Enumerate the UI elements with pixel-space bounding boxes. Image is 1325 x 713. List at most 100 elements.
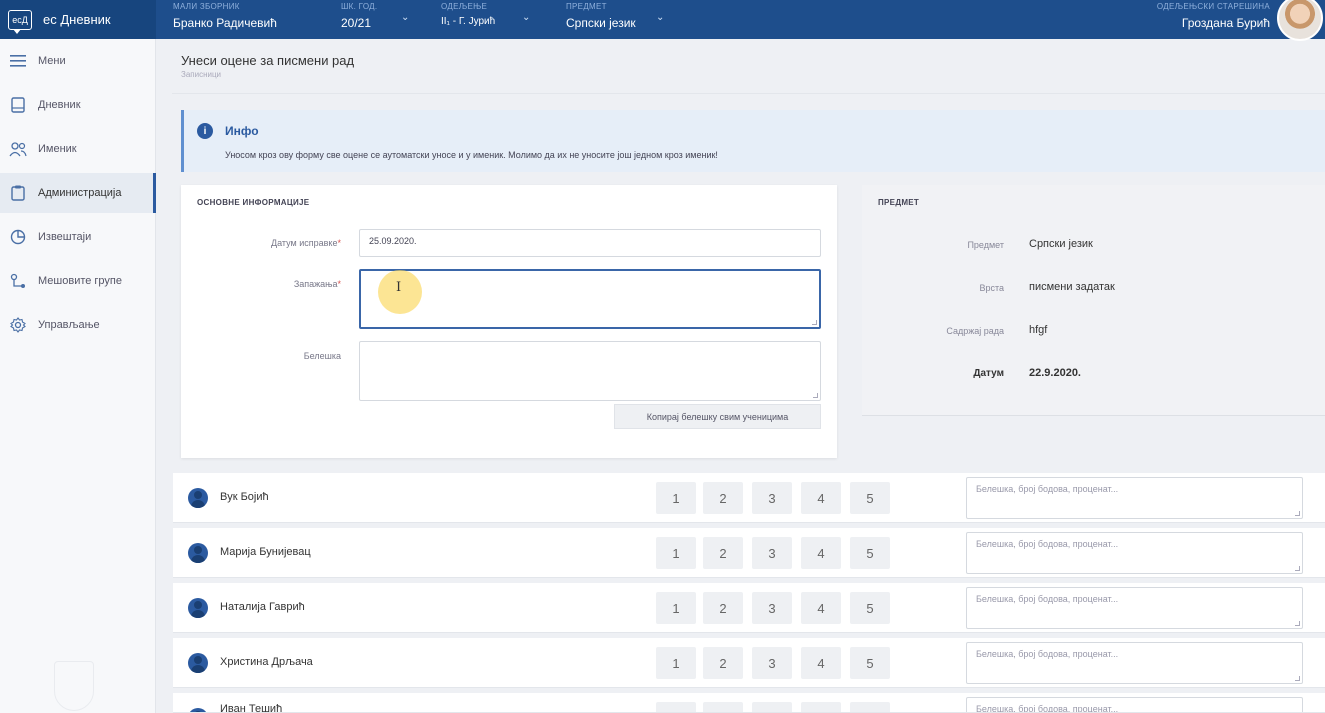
- grade-button-1[interactable]: 1: [656, 702, 696, 712]
- gear-icon: [9, 316, 27, 334]
- sidebar-item-label: Именик: [38, 143, 77, 155]
- grade-button-1[interactable]: 1: [656, 592, 696, 624]
- class-selector[interactable]: одељење II₁ - Г. Јурић ⌄: [441, 0, 541, 39]
- grade-button-5[interactable]: 5: [850, 482, 890, 514]
- grade-button-2[interactable]: 2: [703, 592, 743, 624]
- class-label: одељење: [441, 2, 488, 11]
- top-bar: ecД ес Дневник мали зборник Бранко Радич…: [0, 0, 1325, 41]
- chevron-down-icon: ⌄: [401, 12, 410, 23]
- student-note-field[interactable]: Белешка, број бодова, проценат...: [966, 477, 1303, 519]
- student-name: Иван Тешић: [220, 703, 283, 713]
- school-year-value: 20/21: [341, 16, 372, 30]
- student-avatar-icon: [188, 708, 208, 712]
- sidebar-item-management[interactable]: Управљање: [0, 305, 156, 345]
- grade-button-3[interactable]: 3: [752, 482, 792, 514]
- subject-info-heading: Предмет: [878, 198, 920, 207]
- journal-value: Бранко Радичевић: [173, 16, 277, 30]
- type-value: писмени задатак: [1029, 281, 1115, 293]
- users-icon: [9, 140, 27, 158]
- grade-button-2[interactable]: 2: [703, 537, 743, 569]
- date-value-summary: 22.9.2020.: [1029, 367, 1081, 379]
- sidebar-item-label: Дневник: [38, 99, 81, 111]
- grade-button-5[interactable]: 5: [850, 537, 890, 569]
- content-key: Садржај рада: [946, 326, 1004, 336]
- book-icon: [9, 96, 27, 114]
- clipboard-icon: [9, 184, 27, 202]
- sidebar-item-label: Администрација: [38, 187, 122, 199]
- grade-button-4[interactable]: 4: [801, 702, 841, 712]
- app-logo[interactable]: ecД ес Дневник: [0, 0, 156, 39]
- student-note-field[interactable]: Белешка, број бодова, проценат...: [966, 642, 1303, 684]
- subject-value: Српски језик: [1029, 238, 1093, 250]
- student-name: Вук Бојић: [220, 491, 269, 503]
- avatar[interactable]: [1277, 0, 1323, 41]
- chevron-down-icon: ⌄: [656, 12, 665, 23]
- school-year-selector[interactable]: шк. год. 20/21 ⌄: [341, 0, 421, 39]
- grade-button-1[interactable]: 1: [656, 537, 696, 569]
- grade-button-5[interactable]: 5: [850, 647, 890, 679]
- info-text: Уносом кроз ову форму све оцене се аутом…: [225, 150, 718, 160]
- pie-chart-icon: [9, 228, 27, 246]
- divider: [172, 93, 1325, 94]
- student-note-field[interactable]: Белешка, број бодова, проценат...: [966, 532, 1303, 574]
- journal-label: мали зборник: [173, 2, 240, 11]
- coat-of-arms-icon: [54, 661, 94, 711]
- sidebar-item-label: Мени: [38, 55, 66, 67]
- subject-selector[interactable]: предмет Српски језик ⌄: [550, 0, 680, 39]
- subject-info-card: Предмет Предмет Српски језик Врста писме…: [862, 185, 1325, 416]
- type-key: Врста: [979, 283, 1004, 293]
- student-row: Христина Дрљача 1 2 3 4 5 Белешка, број …: [173, 638, 1325, 688]
- grade-button-2[interactable]: 2: [703, 647, 743, 679]
- student-name: Христина Дрљача: [220, 656, 313, 668]
- sidebar-item-reports[interactable]: Извештаји: [0, 217, 156, 257]
- date-label: Датум исправке*: [271, 238, 341, 248]
- grade-button-4[interactable]: 4: [801, 592, 841, 624]
- student-name: Марија Бунијевац: [220, 546, 311, 558]
- logo-icon: ecД: [8, 9, 32, 34]
- group-icon: [9, 272, 27, 290]
- student-row: Марија Бунијевац 1 2 3 4 5 Белешка, број…: [173, 528, 1325, 578]
- breadcrumb[interactable]: Записници: [181, 70, 221, 79]
- student-avatar-icon: [188, 598, 208, 618]
- observations-field[interactable]: [359, 269, 821, 329]
- grade-button-4[interactable]: 4: [801, 647, 841, 679]
- grade-button-4[interactable]: 4: [801, 482, 841, 514]
- journal-selector[interactable]: мали зборник Бранко Радичевић: [173, 0, 323, 39]
- basic-info-heading: Основне информације: [197, 198, 310, 207]
- text-cursor-icon: I: [396, 280, 402, 295]
- sidebar-item-register[interactable]: Именик: [0, 129, 156, 169]
- user-menu[interactable]: одељењски старешина Гроздана Бурић: [1100, 0, 1270, 39]
- note-label: Белешка: [303, 351, 341, 361]
- student-name: Наталија Гаврић: [220, 601, 305, 613]
- student-note-field[interactable]: Белешка, број бодова, проценат...: [966, 697, 1303, 712]
- sidebar-item-menu[interactable]: Мени: [0, 41, 156, 81]
- grade-button-2[interactable]: 2: [703, 482, 743, 514]
- observations-label: Запажања*: [293, 279, 341, 289]
- copy-note-button[interactable]: Копирај белешку свим ученицима: [614, 404, 821, 429]
- sidebar-item-administration[interactable]: Администрација: [0, 173, 156, 213]
- sidebar-item-journal[interactable]: Дневник: [0, 85, 156, 125]
- grade-button-1[interactable]: 1: [656, 482, 696, 514]
- grade-button-3[interactable]: 3: [752, 702, 792, 712]
- grade-button-3[interactable]: 3: [752, 647, 792, 679]
- student-avatar-icon: [188, 488, 208, 508]
- student-row: Вук Бојић 1 2 3 4 5 Белешка, број бодова…: [173, 473, 1325, 523]
- note-field[interactable]: [359, 341, 821, 401]
- grade-button-2[interactable]: 2: [703, 702, 743, 712]
- grade-button-4[interactable]: 4: [801, 537, 841, 569]
- resize-handle-icon[interactable]: [812, 320, 817, 325]
- app-name: ес Дневник: [43, 12, 111, 27]
- grade-button-3[interactable]: 3: [752, 592, 792, 624]
- grade-button-3[interactable]: 3: [752, 537, 792, 569]
- info-icon: i: [197, 123, 213, 139]
- grade-button-5[interactable]: 5: [850, 702, 890, 712]
- grade-button-5[interactable]: 5: [850, 592, 890, 624]
- date-field[interactable]: 25.09.2020.: [359, 229, 821, 257]
- grade-button-1[interactable]: 1: [656, 647, 696, 679]
- date-key: Датум: [973, 368, 1004, 379]
- resize-handle-icon[interactable]: [813, 393, 818, 398]
- student-note-field[interactable]: Белешка, број бодова, проценат...: [966, 587, 1303, 629]
- content-value: hfgf: [1029, 324, 1048, 336]
- sidebar-item-mixed-groups[interactable]: Мешовите групе: [0, 261, 156, 301]
- sidebar-item-label: Извештаји: [38, 231, 92, 243]
